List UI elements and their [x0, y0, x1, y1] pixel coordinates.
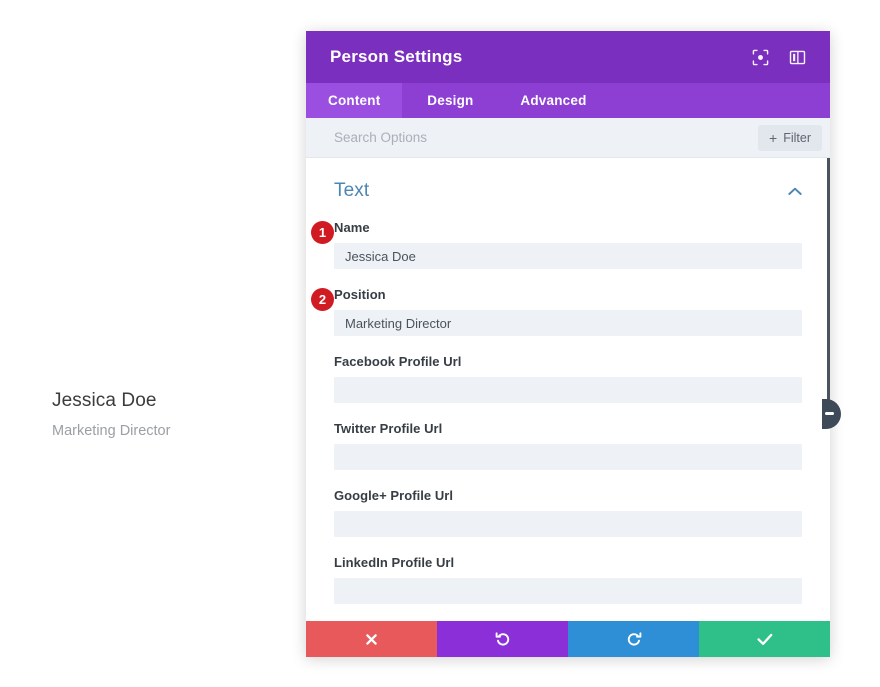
field-facebook-url: Facebook Profile Url [334, 354, 802, 403]
save-button[interactable] [699, 621, 830, 657]
modal-header-actions [752, 49, 806, 66]
tab-content[interactable]: Content [306, 83, 403, 118]
person-settings-modal: Person Settings Content Design Advanced … [306, 31, 830, 657]
text-section-header[interactable]: Text [334, 158, 802, 220]
person-preview: Jessica Doe Marketing Director [52, 388, 282, 442]
focus-target-icon[interactable] [752, 49, 769, 66]
redo-button[interactable] [568, 621, 699, 657]
field-linkedin-url: LinkedIn Profile Url [334, 555, 802, 604]
layout-panel-icon[interactable] [789, 49, 806, 66]
chevron-up-icon[interactable] [788, 187, 802, 196]
googleplus-url-input[interactable] [334, 511, 802, 537]
preview-person-position: Marketing Director [52, 423, 171, 439]
tab-advanced[interactable]: Advanced [498, 83, 608, 118]
field-name: 1 Name [311, 220, 802, 269]
field-label-position: Position [334, 287, 386, 302]
name-input[interactable] [334, 243, 802, 269]
search-row: + Filter [306, 118, 830, 158]
field-twitter-url: Twitter Profile Url [334, 421, 802, 470]
modal-footer [306, 621, 830, 657]
page-title: Person Settings [330, 47, 463, 66]
redo-arrow-icon [626, 631, 642, 647]
step-badge-2: 2 [311, 288, 334, 311]
search-input[interactable] [334, 130, 759, 145]
modal-header: Person Settings [306, 31, 830, 83]
field-label-name: Name [334, 220, 370, 235]
filter-button[interactable]: + Filter [758, 124, 822, 151]
section-title: Text [334, 180, 370, 201]
filter-button-label: Filter [783, 130, 811, 145]
vertical-scrollbar[interactable] [827, 158, 830, 621]
modal-tabs: Content Design Advanced [306, 83, 830, 118]
plus-icon: + [769, 129, 778, 146]
cancel-button[interactable] [306, 621, 437, 657]
field-googleplus-url: Google+ Profile Url [334, 488, 802, 537]
undo-arrow-icon [495, 631, 511, 647]
field-label-twitter-url: Twitter Profile Url [334, 421, 443, 436]
field-label-googleplus-url: Google+ Profile Url [334, 488, 454, 503]
field-position: 2 Position [311, 287, 802, 336]
field-label-facebook-url: Facebook Profile Url [334, 354, 462, 369]
step-badge-1: 1 [311, 221, 334, 244]
twitter-url-input[interactable] [334, 444, 802, 470]
position-input[interactable] [334, 310, 802, 336]
screen-root: Jessica Doe Marketing Director Person Se… [0, 0, 880, 687]
facebook-url-input[interactable] [334, 377, 802, 403]
checkmark-icon [756, 633, 773, 646]
undo-button[interactable] [437, 621, 568, 657]
linkedin-url-input[interactable] [334, 578, 802, 604]
preview-person-name: Jessica Doe [52, 390, 157, 411]
settings-scroll-area[interactable]: Text 1 Name 2 Position [306, 158, 830, 621]
scrollbar-thumb[interactable] [827, 158, 830, 406]
panel-drag-handle[interactable] [822, 399, 841, 429]
field-label-linkedin-url: LinkedIn Profile Url [334, 555, 455, 570]
close-x-icon [365, 633, 378, 646]
tab-design[interactable]: Design [402, 83, 498, 118]
